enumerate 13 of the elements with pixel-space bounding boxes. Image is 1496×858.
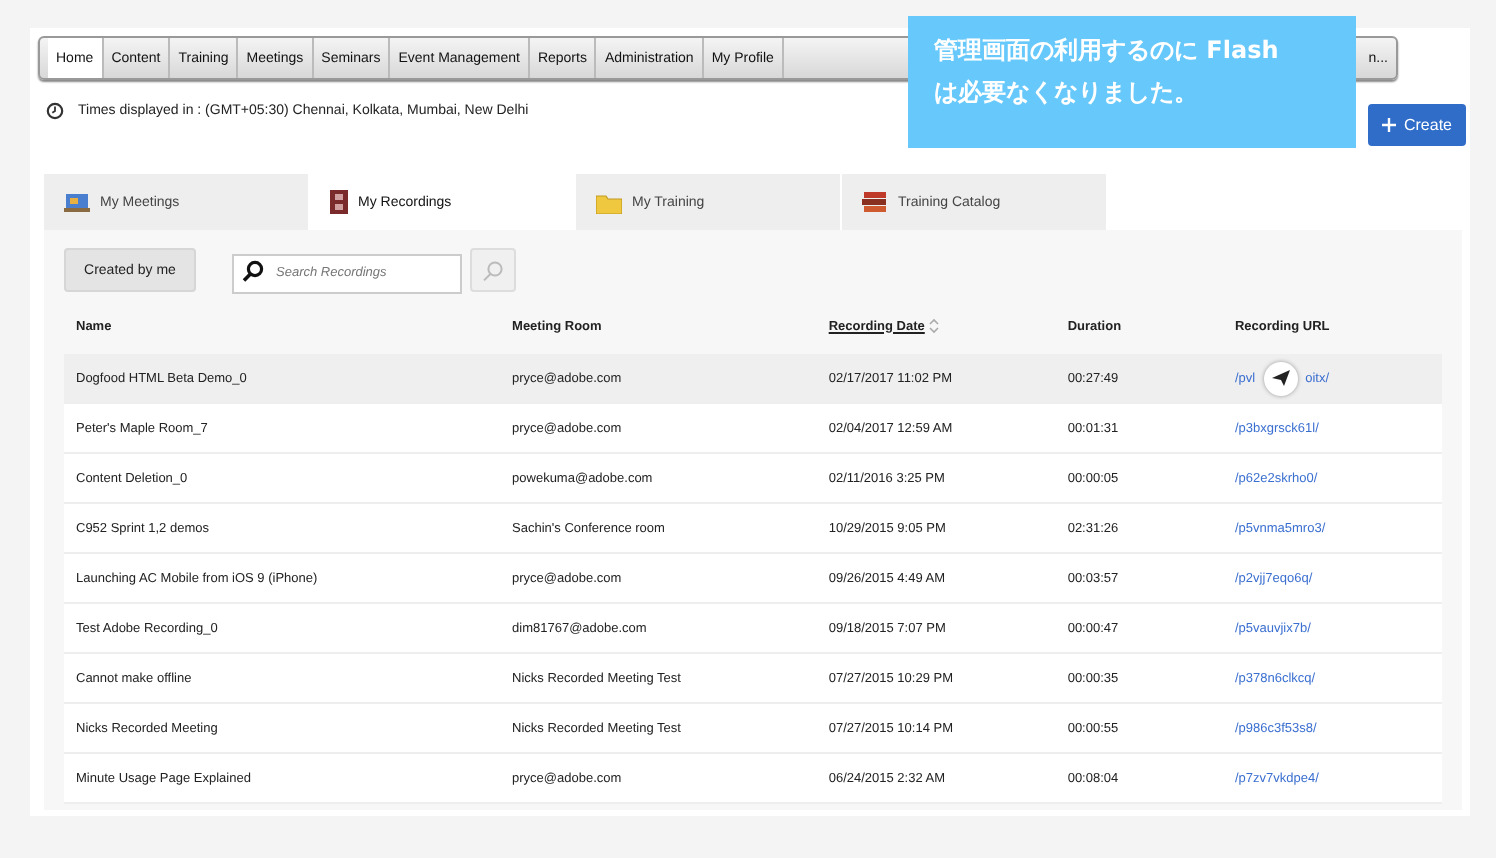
books-icon (862, 190, 888, 214)
callout-text: は必要なくなりました。 (934, 76, 1198, 110)
clock-icon (46, 101, 64, 119)
send-icon[interactable] (1263, 361, 1298, 395)
sort-icon[interactable] (928, 318, 941, 334)
create-button[interactable]: Create (1368, 103, 1466, 145)
callout-text: 管理画面の利用するのに Flash (934, 34, 1279, 68)
folder-icon (596, 191, 622, 213)
plus-icon (1381, 117, 1396, 131)
film-icon (330, 190, 348, 214)
search-icon (482, 259, 504, 281)
search-button[interactable] (470, 248, 516, 292)
presentation-icon (64, 191, 90, 213)
